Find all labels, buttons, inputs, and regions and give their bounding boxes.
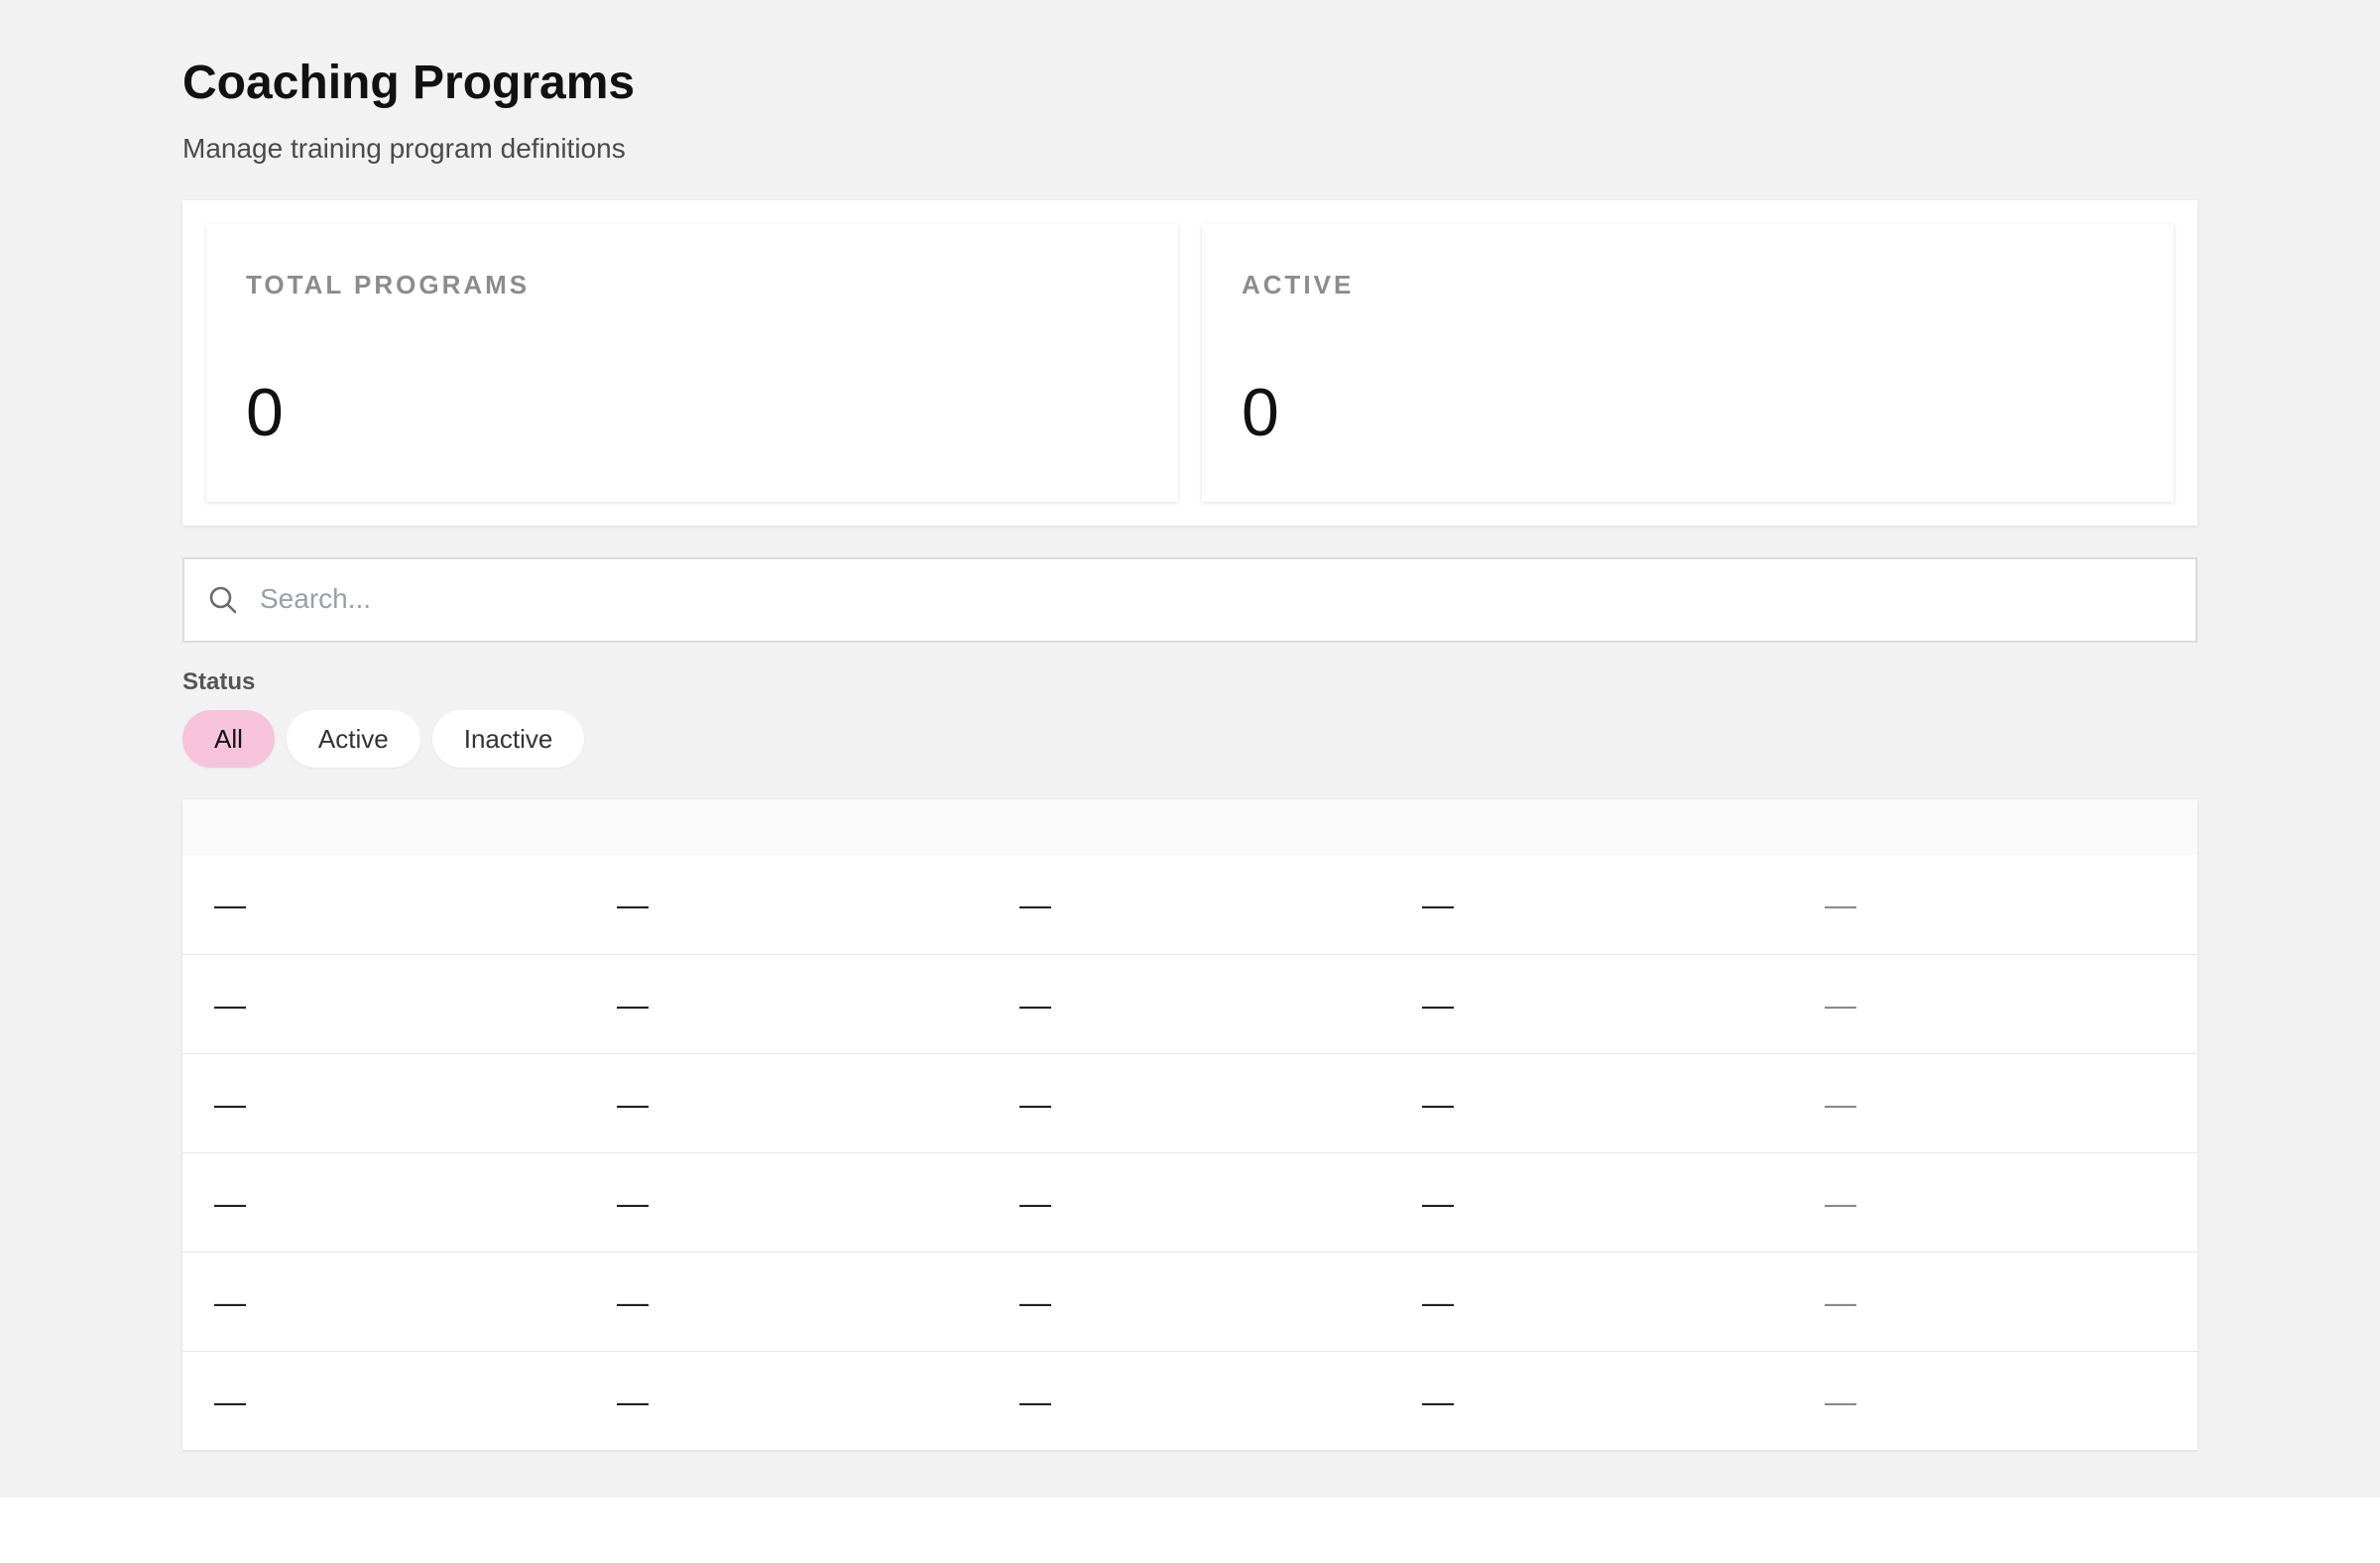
table-cell: — xyxy=(1825,1086,1856,1122)
table-cell: — xyxy=(1019,1284,1051,1320)
table-cell: — xyxy=(1019,887,1051,922)
status-filter-label: Status xyxy=(182,668,256,695)
table-cell: — xyxy=(1422,1185,1454,1221)
table-cell: — xyxy=(617,987,649,1022)
page-title: Coaching Programs xyxy=(182,57,636,109)
filter-chip-inactive[interactable]: Inactive xyxy=(431,710,585,768)
stat-value: 0 xyxy=(246,375,284,450)
table-cell: — xyxy=(617,1383,649,1419)
table-cell: — xyxy=(1422,987,1454,1022)
table-row[interactable]: — — — — — xyxy=(182,855,2198,954)
page-background: Coaching Programs Manage training progra… xyxy=(0,0,2380,1498)
table-cell: — xyxy=(617,1185,649,1221)
table-header xyxy=(182,799,2198,855)
table-cell: — xyxy=(214,887,246,922)
stat-card-active: ACTIVE 0 xyxy=(1202,224,2174,502)
search-input[interactable] xyxy=(260,569,2174,629)
table-cell: — xyxy=(214,1185,246,1221)
table-cell: — xyxy=(1825,1284,1856,1320)
page-subtitle: Manage training program definitions xyxy=(182,133,626,164)
status-filter-group: All Active Inactive xyxy=(182,710,585,768)
table-cell: — xyxy=(214,1284,246,1320)
stats-panel: TOTAL PROGRAMS 0 ACTIVE 0 xyxy=(182,200,2198,526)
table-cell: — xyxy=(1019,1185,1051,1221)
filter-chip-active[interactable]: Active xyxy=(286,710,420,768)
table-row[interactable]: — — — — — xyxy=(182,954,2198,1053)
programs-table: — — — — — — — — — — — — — — — — — — — — … xyxy=(182,799,2198,1450)
table-cell: — xyxy=(214,1383,246,1419)
stat-label: ACTIVE xyxy=(1242,270,1355,300)
table-cell: — xyxy=(1422,1383,1454,1419)
table-cell: — xyxy=(1825,987,1856,1022)
search-box xyxy=(182,557,2198,643)
table-row[interactable]: — — — — — xyxy=(182,1351,2198,1450)
table-cell: — xyxy=(1825,887,1856,922)
table-cell: — xyxy=(1825,1383,1856,1419)
table-cell: — xyxy=(1825,1185,1856,1221)
table-cell: — xyxy=(1019,987,1051,1022)
table-cell: — xyxy=(617,1284,649,1320)
table-row[interactable]: — — — — — xyxy=(182,1053,2198,1152)
search-icon xyxy=(208,585,238,615)
stat-label: TOTAL PROGRAMS xyxy=(246,270,531,300)
stat-value: 0 xyxy=(1242,375,1279,450)
table-cell: — xyxy=(214,1086,246,1122)
table-cell: — xyxy=(1422,1086,1454,1122)
table-cell: — xyxy=(617,887,649,922)
table-cell: — xyxy=(617,1086,649,1122)
table-cell: — xyxy=(1422,887,1454,922)
table-row[interactable]: — — — — — xyxy=(182,1152,2198,1252)
stat-card-total-programs: TOTAL PROGRAMS 0 xyxy=(206,224,1178,502)
table-cell: — xyxy=(214,987,246,1022)
filter-chip-all[interactable]: All xyxy=(182,710,275,768)
table-cell: — xyxy=(1019,1383,1051,1419)
table-cell: — xyxy=(1422,1284,1454,1320)
table-row[interactable]: — — — — — xyxy=(182,1252,2198,1351)
table-cell: — xyxy=(1019,1086,1051,1122)
